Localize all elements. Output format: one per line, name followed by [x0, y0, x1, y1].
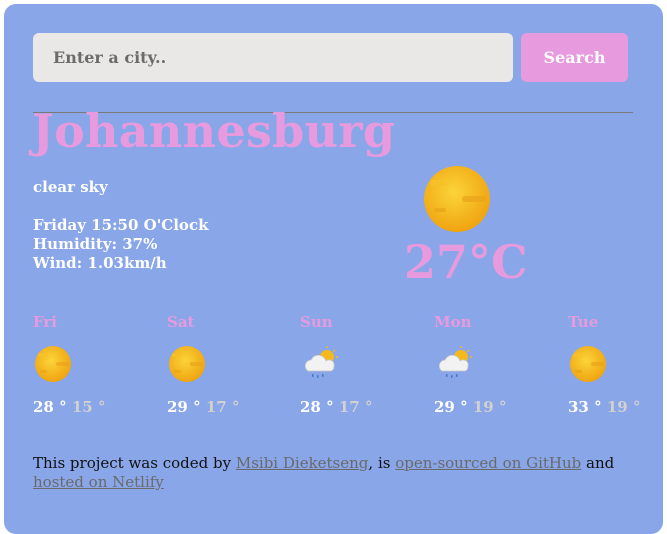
- footer-text: and: [581, 454, 615, 472]
- sun-icon: [424, 166, 490, 232]
- city-search-input[interactable]: [33, 33, 513, 82]
- weather-description: clear sky: [33, 178, 108, 196]
- forecast-max-temp: 28 °: [33, 398, 67, 416]
- forecast-day: Sat 29 ° 17 °: [167, 312, 277, 416]
- forecast-temps: 28 ° 15 °: [33, 398, 143, 416]
- forecast-day: Mon 29 ° 19 °: [434, 312, 544, 416]
- footer: This project was coded by Msibi Dieketse…: [33, 454, 633, 492]
- footer-text: This project was coded by: [33, 454, 236, 472]
- forecast-min-temp: 19 °: [472, 398, 507, 416]
- rain-cloud-sun-icon: [434, 344, 544, 384]
- forecast-temps: 33 ° 19 °: [568, 398, 667, 416]
- sun-icon: [33, 344, 143, 384]
- forecast-day-name: Mon: [434, 313, 472, 331]
- forecast-max-temp: 29 °: [167, 398, 201, 416]
- forecast-min-temp: 15 °: [71, 398, 106, 416]
- forecast-day-name: Fri: [33, 313, 57, 331]
- forecast-day: Fri 28 ° 15 °: [33, 312, 143, 416]
- forecast-min-temp: 19 °: [606, 398, 641, 416]
- footer-text: , is: [368, 454, 396, 472]
- search-button[interactable]: Search: [521, 33, 628, 82]
- forecast-temps: 28 ° 17 °: [300, 398, 410, 416]
- netlify-link[interactable]: hosted on Netlify: [33, 473, 164, 491]
- current-temperature: 27°C: [404, 235, 528, 289]
- github-link[interactable]: open-sourced on GitHub: [395, 454, 581, 472]
- author-link[interactable]: Msibi Dieketseng: [236, 454, 369, 472]
- forecast-max-temp: 33 °: [568, 398, 602, 416]
- forecast-day-name: Tue: [568, 313, 599, 331]
- forecast-max-temp: 28 °: [300, 398, 334, 416]
- forecast-day: Tue 33 ° 19 °: [568, 312, 667, 416]
- forecast-min-temp: 17 °: [205, 398, 240, 416]
- forecast-min-temp: 17 °: [338, 398, 373, 416]
- rain-cloud-sun-icon: [300, 344, 410, 384]
- forecast-day-name: Sun: [300, 313, 333, 331]
- weather-details: Friday 15:50 O'Clock Humidity: 37% Wind:…: [33, 216, 208, 273]
- forecast-day: Sun 28 ° 17 °: [300, 312, 410, 416]
- forecast-temps: 29 ° 17 °: [167, 398, 277, 416]
- sun-icon: [167, 344, 277, 384]
- forecast-max-temp: 29 °: [434, 398, 468, 416]
- date-time: Friday 15:50 O'Clock: [33, 216, 209, 234]
- forecast-temps: 29 ° 19 °: [434, 398, 544, 416]
- forecast-day-name: Sat: [167, 313, 195, 331]
- city-name: Johannesburg: [32, 104, 396, 158]
- wind-speed: Wind: 1.03km/h: [33, 254, 167, 272]
- humidity: Humidity: 37%: [33, 235, 158, 253]
- sun-icon: [568, 344, 667, 384]
